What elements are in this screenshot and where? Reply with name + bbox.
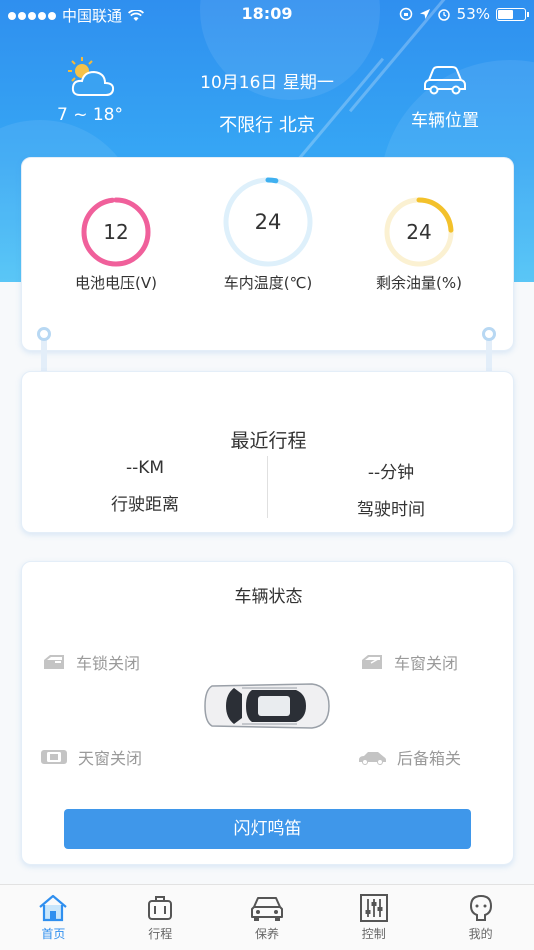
battery-voltage-ring: 12 [81,197,151,267]
fuel-level-label: 剩余油量(%) [376,274,462,292]
tab-profile-label: 我的 [468,927,493,941]
rotation-lock-icon [399,7,412,21]
sunroof-status: 天窗关闭 [40,745,142,769]
gauges-card: 12 电池电压(V) 24 车内温度(℃) 24 剩余油量(%) [21,157,514,351]
tab-control[interactable]: 控制 [320,885,427,950]
drive-time-value: --分钟 [367,463,415,483]
cabin-temperature-value: 24 [255,210,282,234]
alarm-icon [437,9,450,21]
window-status-label: 车窗关闭 [394,654,459,673]
battery-icon [496,7,529,21]
flash-horn-button[interactable]: 闪灯鸣笛 [64,809,471,849]
battery-percent: 53% [456,5,490,23]
sunroof-status-label: 天窗关闭 [78,749,143,768]
drive-time-block: --分钟 驾驶时间 [268,458,514,520]
tab-control-label: 控制 [361,927,386,941]
profile-icon [469,894,492,921]
binder-ring [482,327,496,341]
window-status: 车窗关闭 [360,650,458,674]
tab-maintenance-label: 保养 [254,927,279,941]
date-weekday: 10月16日 星期一 [200,73,334,93]
lock-status-label: 车锁关闭 [76,654,141,673]
car-door-lock-icon [44,655,64,669]
distance-label: 行驶距离 [111,495,179,515]
tab-trips[interactable]: 行程 [107,885,214,950]
trunk-status-label: 后备箱关 [397,749,462,768]
vehicle-status-card: 车辆状态 车锁关闭 车窗关闭 天窗关闭 后备箱关 闪灯鸣笛 [21,561,514,865]
cabin-temperature-gauge[interactable]: 24 车内温度(℃) [208,176,328,293]
sunroof-icon [41,750,67,764]
tab-profile[interactable]: 我的 [427,885,534,950]
tab-maintenance[interactable]: 保养 [214,885,321,950]
binder-ring [37,327,51,341]
car-trunk-icon [359,752,386,765]
battery-voltage-value: 12 [103,220,128,244]
date-block: 10月16日 星期一 不限行 北京 [180,68,354,137]
vehicle-status-title: 车辆状态 [234,587,303,607]
cabin-temperature-label: 车内温度(℃) [223,274,313,292]
battery-voltage-label: 电池电压(V) [75,274,157,292]
drive-time-label: 驾驶时间 [357,500,425,520]
car-position-label: 车辆位置 [411,111,479,131]
car-outline-icon [424,66,466,95]
tab-bar: 首页 行程 保养 控制 我的 [0,884,534,950]
distance-value: --KM [125,458,165,478]
traffic-restriction: 不限行 北京 [219,115,315,136]
tab-home[interactable]: 首页 [0,885,107,950]
partly-cloudy-icon [68,57,115,96]
recent-trip-title: 最近行程 [230,430,307,452]
fuel-level-ring: 24 [384,197,454,267]
trunk-status: 后备箱关 [357,745,461,769]
car-window-icon [362,655,382,669]
status-bar: 中国联通 18:09 53% [0,0,534,28]
car-position-button[interactable]: 车辆位置 [400,62,490,131]
temperature-range: 7 ~ 18° [57,105,123,125]
home-icon [39,894,68,922]
control-sliders-icon [359,894,388,922]
distance-block: --KM 行驶距离 [22,458,268,515]
car-front-icon [250,897,283,921]
luggage-icon [148,896,173,920]
weather-widget[interactable]: 7 ~ 18° [50,55,130,125]
lock-status: 车锁关闭 [42,650,140,674]
tab-home-label: 首页 [41,927,66,941]
location-arrow-icon [419,9,430,19]
tab-trips-label: 行程 [148,927,173,941]
battery-voltage-gauge[interactable]: 12 电池电压(V) [56,196,176,293]
fuel-level-value: 24 [406,220,431,244]
cabin-temperature-ring: 24 [223,177,313,267]
recent-trip-card[interactable]: 最近行程 --KM 行驶距离 --分钟 驾驶时间 [21,371,514,533]
car-top-view-icon [204,683,330,729]
fuel-level-gauge[interactable]: 24 剩余油量(%) [359,196,479,293]
